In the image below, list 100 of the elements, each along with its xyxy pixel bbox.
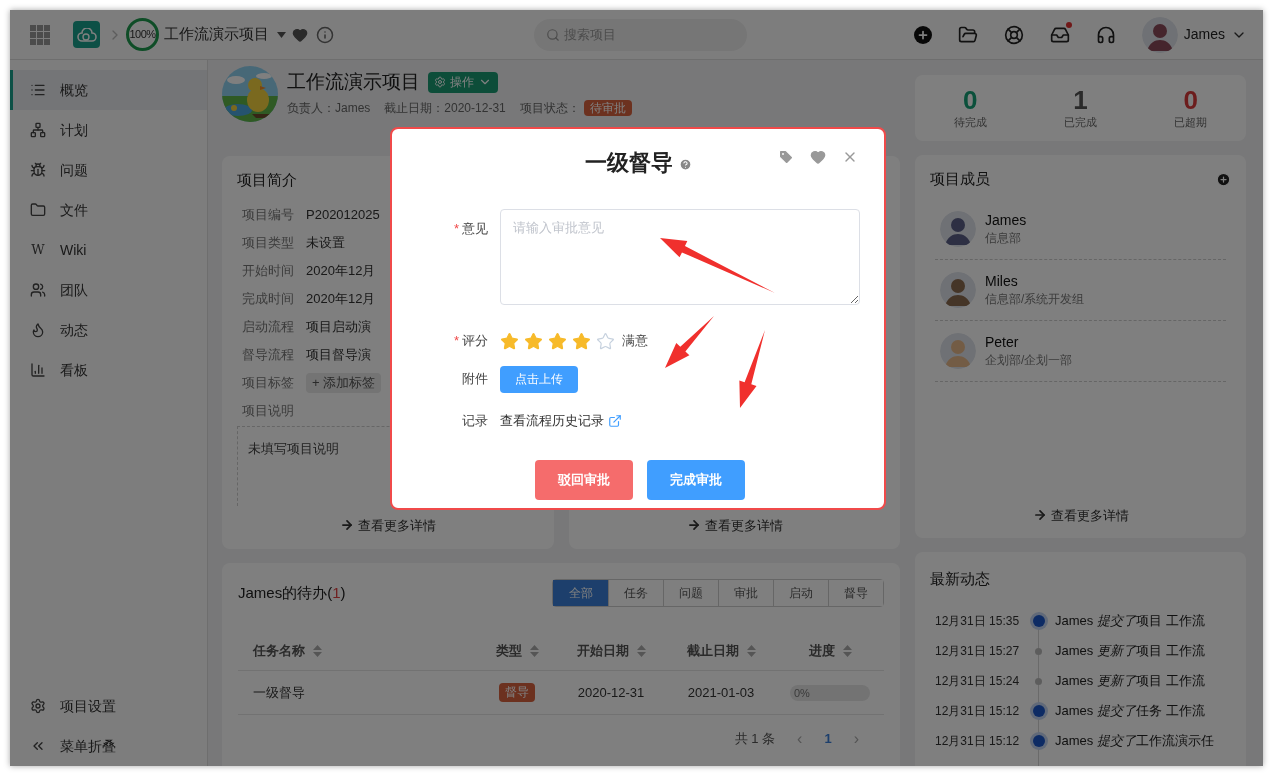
column-header[interactable]: 开始日期 xyxy=(576,640,629,661)
folder-icon[interactable] xyxy=(957,24,978,45)
external-link-icon[interactable] xyxy=(608,414,622,428)
sidebar-item[interactable]: 动态 xyxy=(10,310,207,350)
sort-icon[interactable] xyxy=(529,644,539,657)
sidebar-item[interactable]: 项目设置 xyxy=(10,686,207,726)
sort-icon[interactable] xyxy=(842,644,852,657)
field-value: 2020年12月 xyxy=(306,261,376,280)
field-label: 项目说明 xyxy=(242,401,294,420)
activity-time: 12月31日 15:24 xyxy=(934,673,1021,690)
sidebar-item[interactable]: 概览 xyxy=(10,70,207,110)
arrow-right-icon xyxy=(686,518,701,533)
help-icon[interactable] xyxy=(678,157,692,171)
bug-icon xyxy=(30,162,46,178)
sidebar-item[interactable]: 计划 xyxy=(10,110,207,150)
caret-down-icon[interactable] xyxy=(277,31,286,38)
action-button[interactable]: 操作 xyxy=(428,71,498,93)
star-icon[interactable] xyxy=(596,331,615,351)
member-name: Peter xyxy=(985,332,1020,351)
table-cell-text: 一级督导 xyxy=(252,683,306,702)
sidebar-item[interactable]: 菜单折叠 xyxy=(10,726,207,766)
card-title: James的待办 xyxy=(238,583,328,601)
user-name[interactable]: James xyxy=(1183,24,1225,45)
folder-icon xyxy=(30,202,46,218)
star-rating[interactable] xyxy=(500,331,615,351)
filter-tab[interactable]: 督导 xyxy=(828,580,883,606)
activity-time: 12月31日 15:12 xyxy=(934,703,1021,720)
todo-count: (1) xyxy=(327,583,346,601)
more-details-link[interactable]: 查看更多详情 xyxy=(704,515,783,535)
project-title[interactable]: 工作流演示项目 xyxy=(164,23,269,46)
next-page-button[interactable]: › xyxy=(853,727,859,751)
users-icon xyxy=(30,282,46,298)
gear-icon xyxy=(434,76,446,89)
reject-button[interactable]: 驳回审批 xyxy=(535,460,633,500)
dialog-title: 一级督导 xyxy=(584,148,673,177)
field-label: 开始时间 xyxy=(242,261,294,280)
inbox-icon[interactable] xyxy=(1049,24,1070,45)
lifebuoy-icon[interactable] xyxy=(1003,24,1024,45)
tag-icon[interactable] xyxy=(778,149,794,165)
add-member-icon[interactable] xyxy=(1216,171,1231,187)
field-value: 2020年12月 xyxy=(306,289,376,308)
star-icon[interactable] xyxy=(524,331,543,351)
add-icon[interactable] xyxy=(913,25,932,44)
avatar xyxy=(940,332,976,369)
sort-icon[interactable] xyxy=(313,644,322,657)
star-icon[interactable] xyxy=(548,331,567,351)
rating-text: 满意 xyxy=(622,332,648,351)
heart-icon[interactable] xyxy=(810,149,826,165)
activity-text: James 更新了项目 工作流 xyxy=(1055,672,1205,691)
more-details-link[interactable]: 查看更多详情 xyxy=(358,515,436,535)
field-value: 未设置 xyxy=(306,233,345,252)
headset-icon[interactable] xyxy=(1095,24,1116,45)
more-details-link[interactable]: 查看更多详情 xyxy=(1050,505,1129,525)
progress-ring: 100% xyxy=(126,18,159,51)
card-title: 项目简介 xyxy=(237,170,298,190)
list-icon xyxy=(30,82,46,98)
filter-tab[interactable]: 全部 xyxy=(553,580,608,606)
required-mark: * xyxy=(453,332,459,351)
field-value: P202012025 xyxy=(306,205,380,224)
sort-icon[interactable] xyxy=(636,644,646,657)
field-label: 评分 xyxy=(462,332,488,351)
column-header[interactable]: 类型 xyxy=(495,640,522,661)
field-value: 项目督导演 xyxy=(306,345,371,364)
column-header[interactable]: 截止日期 xyxy=(686,640,739,661)
activity-text: James 提交了项目 工作流 xyxy=(1055,612,1205,631)
add-tag-button[interactable]: + 添加标签 xyxy=(306,372,382,393)
star-icon[interactable] xyxy=(572,331,591,351)
sidebar-item[interactable]: 看板 xyxy=(10,350,207,390)
field-label: 启动流程 xyxy=(242,317,294,336)
stat-value: 1 xyxy=(1073,85,1088,114)
search-icon xyxy=(546,27,560,42)
total-count: 共 1 条 xyxy=(734,730,776,749)
sidebar-item[interactable]: 文件 xyxy=(10,190,207,230)
member-department: 信息部/系统开发组 xyxy=(985,290,1085,308)
member-name: Miles xyxy=(985,271,1019,290)
avatar xyxy=(940,210,976,247)
column-header[interactable]: 任务名称 xyxy=(253,640,305,661)
member-department: 信息部 xyxy=(985,229,1022,247)
sort-icon[interactable] xyxy=(746,644,756,657)
comment-field[interactable]: 请输入审批意见 xyxy=(500,209,860,305)
column-header[interactable]: 进度 xyxy=(808,640,835,661)
approve-button[interactable]: 完成审批 xyxy=(647,460,745,500)
sidebar-item[interactable]: 团队 xyxy=(10,270,207,310)
apps-grid-icon[interactable] xyxy=(30,24,50,45)
info-icon[interactable] xyxy=(316,25,334,44)
owner-text: 负责人：James xyxy=(287,99,371,117)
deadline-text: 截止日期：2020-12-31 xyxy=(384,99,506,117)
app-logo[interactable] xyxy=(73,21,100,48)
sidebar-item[interactable]: W Wiki xyxy=(10,230,207,270)
hierarchy-icon xyxy=(30,122,46,138)
star-icon[interactable] xyxy=(500,331,519,351)
page-button[interactable]: 1 xyxy=(824,729,832,749)
heart-icon[interactable] xyxy=(292,26,308,43)
activity-time: 12月31日 15:12 xyxy=(934,733,1021,750)
stat-value: 0 xyxy=(1183,85,1199,114)
required-mark: * xyxy=(453,220,459,238)
previous-page-button[interactable]: ‹ xyxy=(797,727,803,751)
upload-button[interactable]: 点击上传 xyxy=(500,365,578,393)
field-label: 项目类型 xyxy=(242,233,294,252)
sidebar-item[interactable]: 问题 xyxy=(10,150,207,190)
